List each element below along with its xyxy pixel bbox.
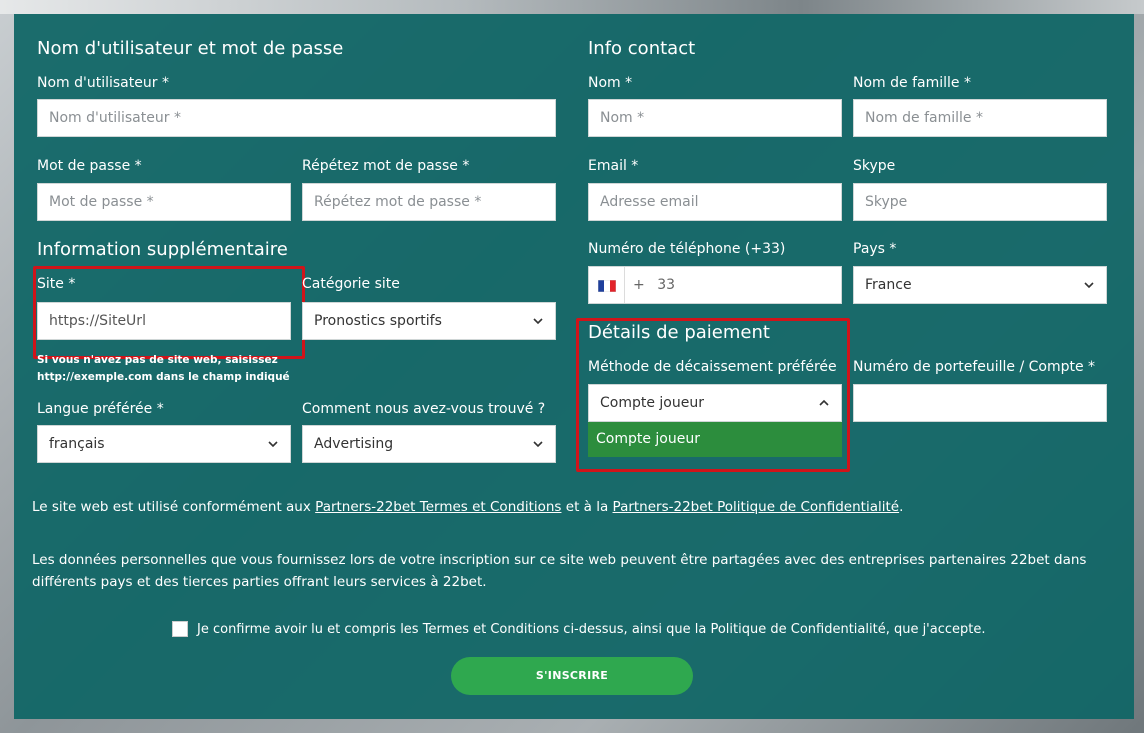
lastname-input[interactable] — [853, 99, 1107, 137]
terms-prefix: Le site web est utilisé conformément aux — [32, 499, 316, 515]
background-image — [0, 0, 1144, 14]
wallet-input[interactable] — [853, 384, 1107, 422]
firstname-input[interactable] — [588, 99, 842, 137]
country-select[interactable]: France — [853, 266, 1107, 304]
password-input[interactable] — [37, 183, 291, 221]
terms-link[interactable]: Partners-22bet Termes et Conditions — [315, 499, 561, 515]
privacy-link[interactable]: Partners-22bet Politique de Confidential… — [613, 499, 900, 515]
site-category-value: Pronostics sportifs — [314, 313, 442, 329]
site-category-label: Catégorie site — [302, 276, 400, 292]
firstname-label: Nom * — [588, 75, 633, 91]
username-label: Nom d'utilisateur * — [37, 75, 169, 91]
terms-middle: et à la — [561, 499, 613, 515]
consent-text: Je confirme avoir lu et compris les Term… — [197, 622, 986, 637]
lastname-field[interactable] — [865, 100, 1106, 136]
repeat-password-label: Répétez mot de passe * — [302, 158, 470, 174]
chevron-down-icon — [533, 441, 543, 448]
firstname-field[interactable] — [600, 100, 841, 136]
payment-highlight-box — [576, 318, 850, 472]
account-section-title: Nom d'utilisateur et mot de passe — [37, 38, 344, 59]
france-flag-icon — [597, 280, 616, 292]
source-select[interactable]: Advertising — [302, 425, 556, 463]
contact-section-title: Info contact — [588, 38, 696, 59]
wallet-label: Numéro de portefeuille / Compte * — [853, 359, 1096, 375]
site-note: Si vous n'avez pas de site web, saisisse… — [37, 352, 290, 386]
phone-prefix: + — [633, 277, 645, 293]
site-note-line2: http://exemple.com dans le champ indiqué — [37, 371, 290, 383]
repeat-password-input[interactable] — [302, 183, 556, 221]
site-category-select[interactable]: Pronostics sportifs — [302, 302, 556, 340]
language-value: français — [49, 436, 105, 452]
email-input[interactable] — [588, 183, 842, 221]
language-select[interactable]: français — [37, 425, 291, 463]
data-sharing-paragraph: Les données personnelles que vous fourni… — [32, 552, 1087, 590]
wallet-field[interactable] — [865, 385, 1106, 421]
source-label: Comment nous avez-vous trouvé ? — [302, 401, 546, 417]
terms-suffix: . — [899, 499, 904, 515]
site-highlight-box — [33, 266, 305, 359]
country-value: France — [865, 277, 912, 293]
extra-section-title: Information supplémentaire — [37, 239, 288, 260]
username-input[interactable] — [37, 99, 556, 137]
source-value: Advertising — [314, 436, 394, 452]
language-label: Langue préférée * — [37, 401, 164, 417]
country-label: Pays * — [853, 241, 897, 257]
repeat-password-field[interactable] — [314, 184, 555, 220]
chevron-down-icon — [533, 318, 543, 325]
registration-form: Nom d'utilisateur et mot de passe Nom d'… — [14, 14, 1134, 719]
password-label: Mot de passe * — [37, 158, 142, 174]
phone-label: Numéro de téléphone (+33) — [588, 241, 786, 257]
email-label: Email * — [588, 158, 639, 174]
username-field[interactable] — [49, 100, 555, 136]
password-field[interactable] — [49, 184, 290, 220]
skype-input[interactable] — [853, 183, 1107, 221]
phone-code: 33 — [657, 277, 676, 293]
register-button[interactable]: S'INSCRIRE — [451, 657, 693, 695]
country-code-selector[interactable] — [589, 267, 625, 303]
skype-label: Skype — [853, 158, 896, 174]
terms-paragraph: Le site web est utilisé conformément aux… — [32, 496, 1122, 518]
consent-checkbox[interactable] — [172, 621, 188, 637]
site-note-line1: Si vous n'avez pas de site web, saisisse… — [37, 354, 278, 366]
lastname-label: Nom de famille * — [853, 75, 971, 91]
chevron-down-icon — [268, 441, 278, 448]
chevron-down-icon — [1084, 282, 1094, 289]
skype-field[interactable] — [865, 184, 1106, 220]
email-field[interactable] — [600, 184, 841, 220]
phone-input[interactable]: + 33 — [588, 266, 842, 304]
